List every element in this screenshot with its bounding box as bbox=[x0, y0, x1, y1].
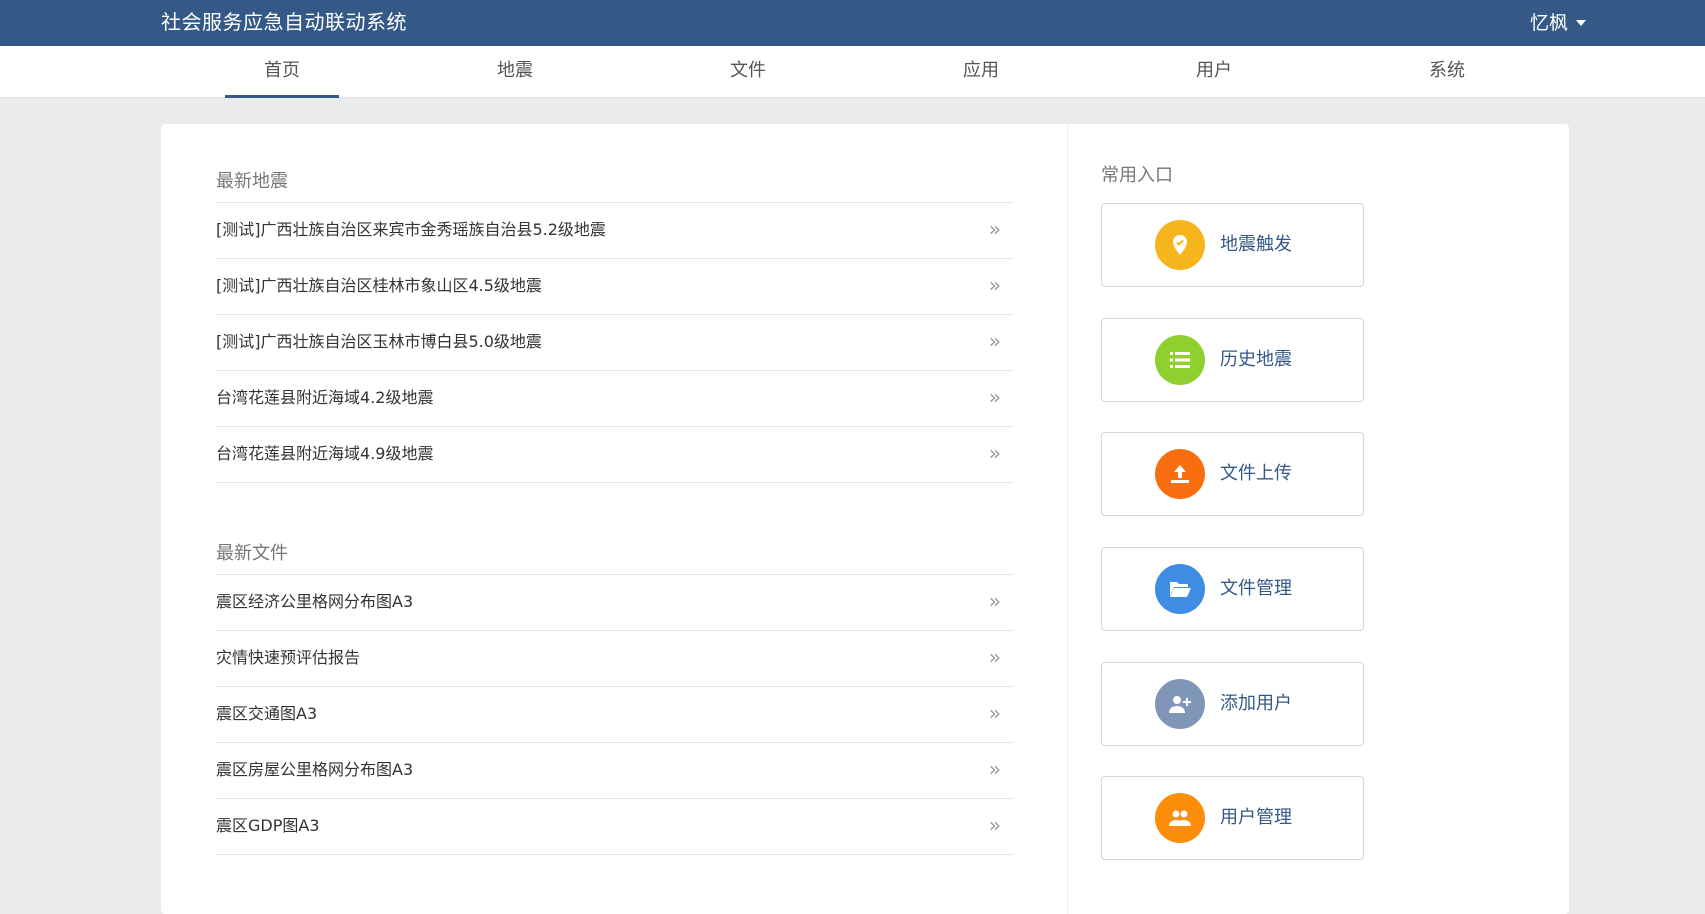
double-chevron-right-icon: » bbox=[988, 385, 1001, 409]
earthquake-list-item[interactable]: [测试]广西壮族自治区桂林市象山区4.5级地震 » bbox=[216, 259, 1014, 315]
earthquake-list-item[interactable]: [测试]广西壮族自治区来宾市金秀瑶族自治县5.2级地震 » bbox=[216, 203, 1014, 259]
file-list-item[interactable]: 震区房屋公里格网分布图A3 » bbox=[216, 743, 1014, 799]
caret-down-icon bbox=[1576, 20, 1587, 26]
latest-files-list: 震区经济公里格网分布图A3 » 灾情快速预评估报告 » 震区交通图A3 » 震区… bbox=[216, 574, 1014, 855]
file-item-label: 震区GDP图A3 bbox=[216, 816, 320, 835]
file-management-button[interactable]: 文件管理 bbox=[1101, 547, 1364, 631]
user-name: 忆枫 bbox=[1530, 12, 1569, 34]
user-menu-dropdown[interactable]: 忆枫 bbox=[1530, 10, 1587, 36]
file-list-item[interactable]: 震区GDP图A3 » bbox=[216, 799, 1014, 855]
entry-label: 历史地震 bbox=[1220, 349, 1292, 370]
latest-earthquakes-list: [测试]广西壮族自治区来宾市金秀瑶族自治县5.2级地震 » [测试]广西壮族自治… bbox=[216, 202, 1014, 483]
file-list-item[interactable]: 灾情快速预评估报告 » bbox=[216, 631, 1014, 687]
file-item-label: 震区经济公里格网分布图A3 bbox=[216, 592, 414, 611]
list-icon bbox=[1155, 335, 1205, 385]
file-list-item[interactable]: 震区交通图A3 » bbox=[216, 687, 1014, 743]
earthquake-item-label: 台湾花莲县附近海域4.9级地震 bbox=[216, 444, 434, 463]
earthquake-list-item[interactable]: 台湾花莲县附近海域4.2级地震 » bbox=[216, 371, 1014, 427]
earthquake-item-label: [测试]广西壮族自治区桂林市象山区4.5级地震 bbox=[216, 276, 542, 295]
double-chevron-right-icon: » bbox=[988, 645, 1001, 669]
column-divider bbox=[1067, 124, 1068, 914]
folder-open-icon bbox=[1155, 564, 1205, 614]
user-management-button[interactable]: 用户管理 bbox=[1101, 776, 1364, 860]
history-earthquake-button[interactable]: 历史地震 bbox=[1101, 318, 1364, 402]
file-item-label: 震区房屋公里格网分布图A3 bbox=[216, 760, 414, 779]
tab-home[interactable]: 首页 bbox=[225, 46, 339, 98]
tab-users[interactable]: 用户 bbox=[1157, 46, 1271, 98]
main-nav: 首页 地震 文件 应用 用户 系统 bbox=[0, 46, 1705, 98]
earthquake-list-item[interactable]: 台湾花莲县附近海域4.9级地震 » bbox=[216, 427, 1014, 483]
double-chevron-right-icon: » bbox=[988, 217, 1001, 241]
tab-earthquake[interactable]: 地震 bbox=[458, 46, 572, 98]
double-chevron-right-icon: » bbox=[988, 813, 1001, 837]
entry-label: 文件上传 bbox=[1220, 463, 1292, 484]
top-header-bar: 社会服务应急自动联动系统 忆枫 bbox=[0, 0, 1705, 46]
upload-icon bbox=[1155, 449, 1205, 499]
double-chevron-right-icon: » bbox=[988, 329, 1001, 353]
file-upload-button[interactable]: 文件上传 bbox=[1101, 432, 1364, 516]
tab-system[interactable]: 系统 bbox=[1390, 46, 1504, 98]
add-user-button[interactable]: 添加用户 bbox=[1101, 662, 1364, 746]
double-chevron-right-icon: » bbox=[988, 701, 1001, 725]
quick-entries-title: 常用入口 bbox=[1101, 165, 1173, 186]
double-chevron-right-icon: » bbox=[988, 757, 1001, 781]
tab-applications[interactable]: 应用 bbox=[924, 46, 1038, 98]
add-user-icon bbox=[1155, 679, 1205, 729]
earthquake-trigger-button[interactable]: 地震触发 bbox=[1101, 203, 1364, 287]
entry-label: 文件管理 bbox=[1220, 578, 1292, 599]
entry-label: 地震触发 bbox=[1220, 234, 1292, 255]
location-pin-icon bbox=[1155, 220, 1205, 270]
main-content-card: 最新地震 [测试]广西壮族自治区来宾市金秀瑶族自治县5.2级地震 » [测试]广… bbox=[161, 124, 1569, 914]
latest-files-title: 最新文件 bbox=[216, 543, 288, 564]
users-icon bbox=[1155, 793, 1205, 843]
app-title: 社会服务应急自动联动系统 bbox=[161, 10, 407, 34]
file-item-label: 灾情快速预评估报告 bbox=[216, 648, 361, 667]
earthquake-item-label: 台湾花莲县附近海域4.2级地震 bbox=[216, 388, 434, 407]
earthquake-list-item[interactable]: [测试]广西壮族自治区玉林市博白县5.0级地震 » bbox=[216, 315, 1014, 371]
double-chevron-right-icon: » bbox=[988, 589, 1001, 613]
entry-label: 用户管理 bbox=[1220, 807, 1292, 828]
earthquake-item-label: [测试]广西壮族自治区来宾市金秀瑶族自治县5.2级地震 bbox=[216, 220, 606, 239]
tab-files[interactable]: 文件 bbox=[691, 46, 805, 98]
file-item-label: 震区交通图A3 bbox=[216, 704, 318, 723]
entry-label: 添加用户 bbox=[1220, 693, 1292, 714]
earthquake-item-label: [测试]广西壮族自治区玉林市博白县5.0级地震 bbox=[216, 332, 542, 351]
latest-earthquakes-title: 最新地震 bbox=[216, 171, 288, 192]
double-chevron-right-icon: » bbox=[988, 441, 1001, 465]
double-chevron-right-icon: » bbox=[988, 273, 1001, 297]
file-list-item[interactable]: 震区经济公里格网分布图A3 » bbox=[216, 575, 1014, 631]
